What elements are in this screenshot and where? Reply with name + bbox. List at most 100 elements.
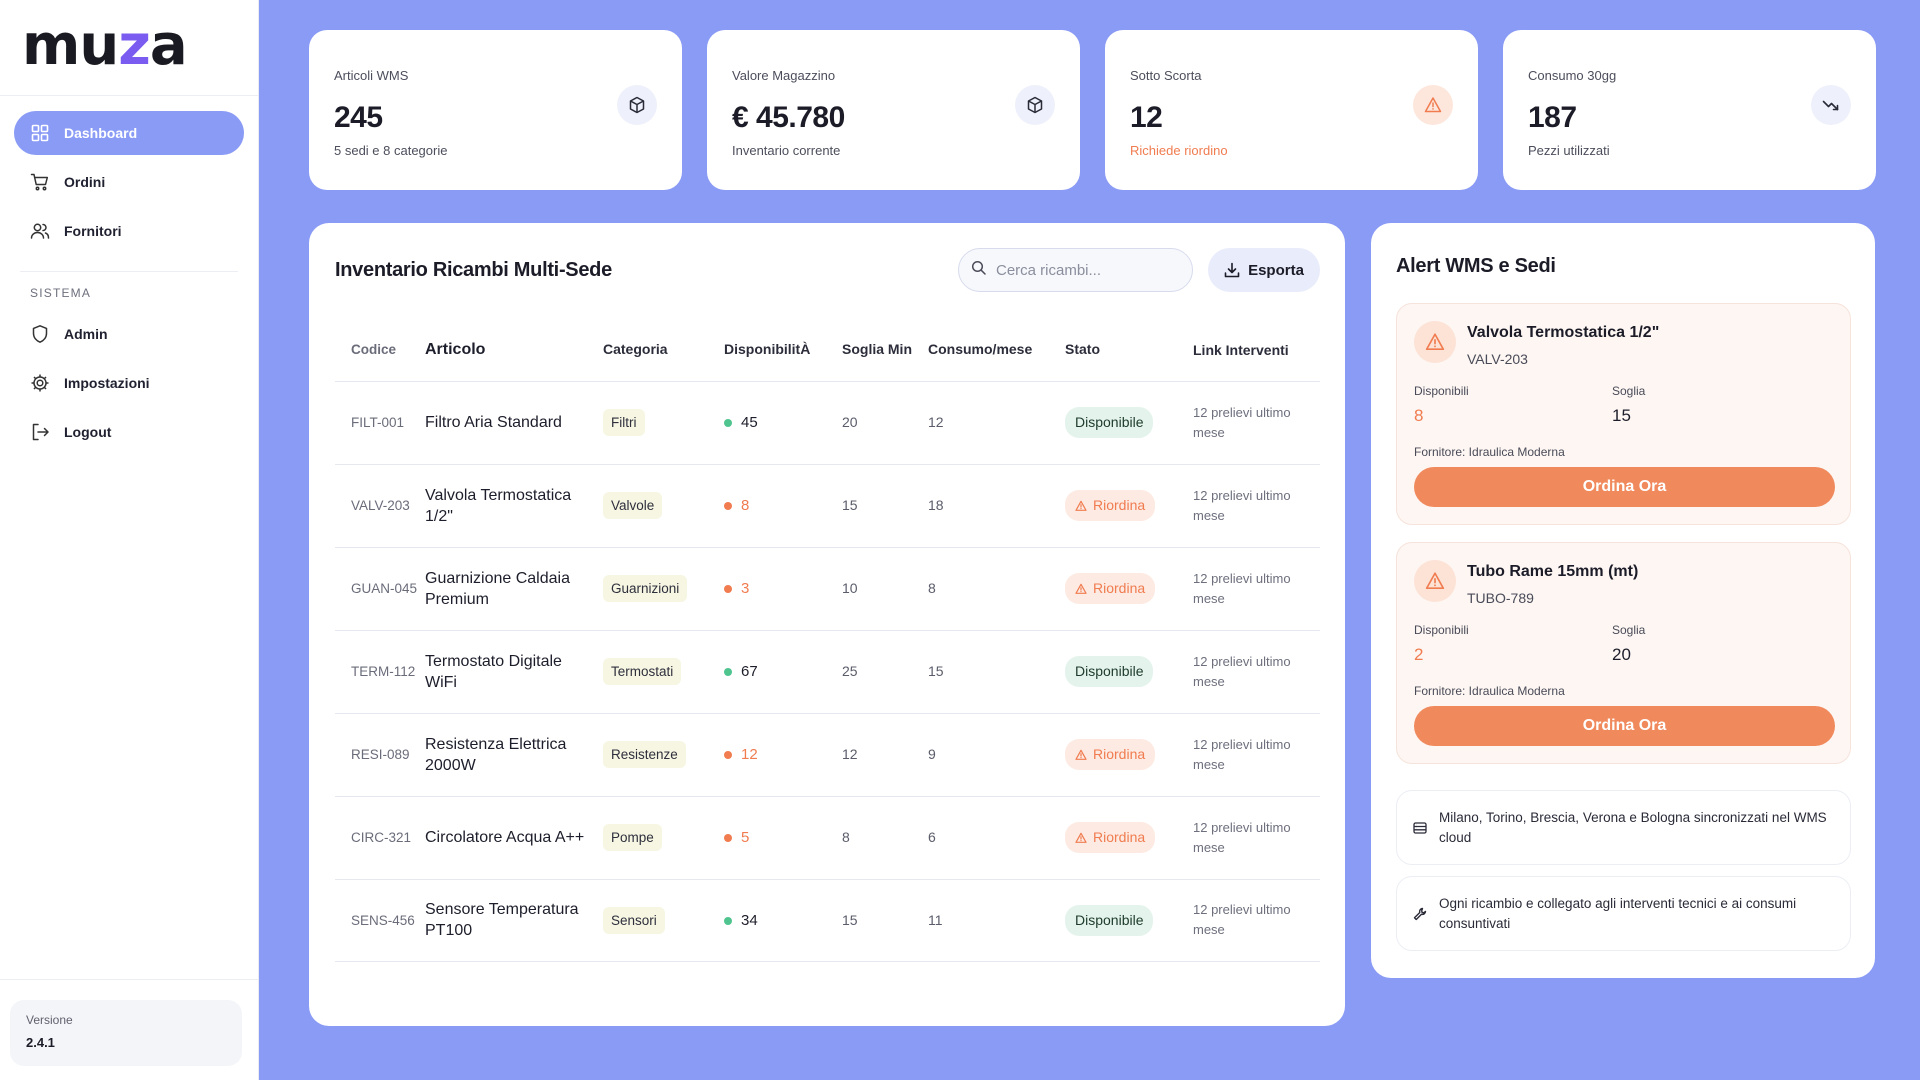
sidebar-divider <box>0 979 259 980</box>
cart-icon <box>30 172 50 192</box>
table-row[interactable]: SENS-456 Sensore Temperatura PT100 Sensori… <box>335 879 1320 962</box>
table-row[interactable]: GUAN-045 Guarnizione Caldaia Premium Guarn… <box>335 547 1320 631</box>
order-now-button[interactable]: Ordina Ora <box>1414 467 1835 507</box>
warning-icon <box>1075 583 1087 595</box>
status-label: Riordina <box>1093 497 1146 513</box>
cell-article: Sensore Temperatura PT100 <box>425 879 603 962</box>
stock-dot-icon <box>724 502 732 511</box>
cell-code: TERM-112 <box>335 630 425 714</box>
export-button[interactable]: Esporta <box>1208 248 1320 292</box>
sidebar-item-ordini[interactable]: Ordini <box>14 160 244 204</box>
wrench-icon <box>1413 907 1429 921</box>
sidebar-item-fornitori[interactable]: Fornitori <box>14 209 244 253</box>
cell-link-interventi[interactable]: 12 prelievi ultimo mese <box>1193 547 1320 631</box>
cell-category: Filtri <box>603 381 724 465</box>
alert-threshold-label: Soglia <box>1612 384 1646 398</box>
cell-article: Valvola Termostatica 1/2" <box>425 464 603 548</box>
stock-dot-icon <box>724 916 732 925</box>
column-header-min-threshold[interactable]: Soglia Min <box>842 319 928 382</box>
alerts-panel: Alert WMS e Sedi Valvola Termostatica 1/… <box>1371 223 1875 978</box>
table-row[interactable]: TERM-112 Termostato Digitale WiFi Termosta… <box>335 630 1320 714</box>
box-icon <box>1015 85 1055 125</box>
alert-item-code: VALV-203 <box>1467 351 1528 367</box>
cell-min-threshold: 15 <box>842 879 928 962</box>
sidebar-item-label: Fornitori <box>64 223 122 239</box>
grid-icon <box>30 123 50 143</box>
search-icon <box>971 260 986 280</box>
cell-link-interventi[interactable]: 12 prelievi ultimo mese <box>1193 713 1320 797</box>
warning-icon <box>1413 85 1453 125</box>
cell-code: RESI-089 <box>335 713 425 797</box>
cell-code: VALV-203 <box>335 464 425 548</box>
stat-card-articoli: Articoli WMS 245 5 sedi e 8 categorie <box>309 30 682 190</box>
cell-link-interventi[interactable]: 12 prelievi ultimo mese <box>1193 381 1320 465</box>
sidebar-item-logout[interactable]: Logout <box>14 410 244 454</box>
column-header-article[interactable]: Articolo <box>425 319 603 382</box>
info-text: Milano, Torino, Brescia, Verona e Bologn… <box>1439 809 1827 845</box>
category-pill: Filtri <box>603 409 645 436</box>
cell-link-interventi[interactable]: 12 prelievi ultimo mese <box>1193 879 1320 962</box>
cell-consumption: 6 <box>928 796 1065 880</box>
order-now-button[interactable]: Ordina Ora <box>1414 706 1835 746</box>
cell-link-interventi[interactable]: 12 prelievi ultimo mese <box>1193 464 1320 548</box>
sidebar-item-impostazioni[interactable]: Impostazioni <box>14 361 244 405</box>
stock-dot-icon <box>724 668 732 677</box>
cell-status: Disponibile <box>1065 630 1193 714</box>
gear-icon <box>30 373 50 393</box>
cell-consumption: 9 <box>928 713 1065 797</box>
status-label: Disponibile <box>1075 663 1144 679</box>
version-box: Versione 2.4.1 <box>10 1000 242 1066</box>
column-header-code[interactable]: Codice <box>335 319 425 382</box>
trend-down-icon <box>1811 85 1851 125</box>
column-header-link[interactable]: Link Interventi <box>1193 319 1320 382</box>
alerts-title: Alert WMS e Sedi <box>1396 255 1556 277</box>
warning-icon <box>1414 560 1456 602</box>
stat-subtitle: Pezzi utilizzati <box>1528 143 1610 158</box>
version-value: 2.4.1 <box>26 1035 55 1050</box>
table-row[interactable]: FILT-001 Filtro Aria Standard Filtri 45 20 12… <box>335 381 1320 465</box>
users-icon <box>30 221 50 241</box>
cell-availability: 5 <box>724 796 842 880</box>
cell-consumption: 8 <box>928 547 1065 631</box>
cell-link-interventi[interactable]: 12 prelievi ultimo mese <box>1193 796 1320 880</box>
sidebar-item-admin[interactable]: Admin <box>14 312 244 356</box>
table-header-row: Codice Articolo Categoria DisponibilitÀ … <box>335 319 1320 382</box>
alert-card: Tubo Rame 15mm (mt) TUBO-789 Disponibili… <box>1396 542 1851 764</box>
download-icon <box>1224 262 1240 278</box>
search-input[interactable] <box>996 261 1176 279</box>
table-row[interactable]: VALV-203 Valvola Termostatica 1/2" Valvole… <box>335 464 1320 548</box>
cell-min-threshold: 12 <box>842 713 928 797</box>
logout-icon <box>30 422 50 442</box>
stat-value: 187 <box>1528 101 1577 134</box>
cell-article: Termostato Digitale WiFi <box>425 630 603 714</box>
nav-section-label: SISTEMA <box>30 286 92 300</box>
column-header-availability[interactable]: DisponibilitÀ <box>724 319 842 382</box>
cell-consumption: 12 <box>928 381 1065 465</box>
inventory-panel: Inventario Ricambi Multi-Sede Esporta Co… <box>309 223 1345 1026</box>
search-box[interactable] <box>958 248 1193 292</box>
alert-threshold-value: 15 <box>1612 406 1631 425</box>
column-header-category[interactable]: Categoria <box>603 319 724 382</box>
table-row[interactable]: RESI-089 Resistenza Elettrica 2000W Resist… <box>335 713 1320 797</box>
alert-supplier: Fornitore: Idraulica Moderna <box>1414 445 1565 459</box>
cell-consumption: 15 <box>928 630 1065 714</box>
table-row[interactable]: CIRC-321 Circolatore Acqua A++ Pompe 5 8 6 Rio… <box>335 796 1320 880</box>
cell-code: FILT-001 <box>335 381 425 465</box>
column-header-consumption[interactable]: Consumo/mese <box>928 319 1065 382</box>
category-pill: Pompe <box>603 824 662 851</box>
alert-item-name: Tubo Rame 15mm (mt) <box>1467 563 1639 580</box>
app-logo[interactable]: muza <box>22 18 258 74</box>
warning-icon <box>1414 321 1456 363</box>
cell-code: SENS-456 <box>335 879 425 962</box>
cell-category: Valvole <box>603 464 724 548</box>
stat-label: Valore Magazzino <box>732 68 836 83</box>
column-header-status[interactable]: Stato <box>1065 319 1193 382</box>
cell-category: Resistenze <box>603 713 724 797</box>
sidebar-item-dashboard[interactable]: Dashboard <box>14 111 244 155</box>
cell-link-interventi[interactable]: 12 prelievi ultimo mese <box>1193 630 1320 714</box>
status-badge: Disponibile <box>1065 656 1154 687</box>
availability-value: 3 <box>741 580 750 597</box>
status-label: Disponibile <box>1075 414 1144 430</box>
cell-status: Riordina <box>1065 464 1193 548</box>
alert-available-value: 2 <box>1414 645 1424 664</box>
